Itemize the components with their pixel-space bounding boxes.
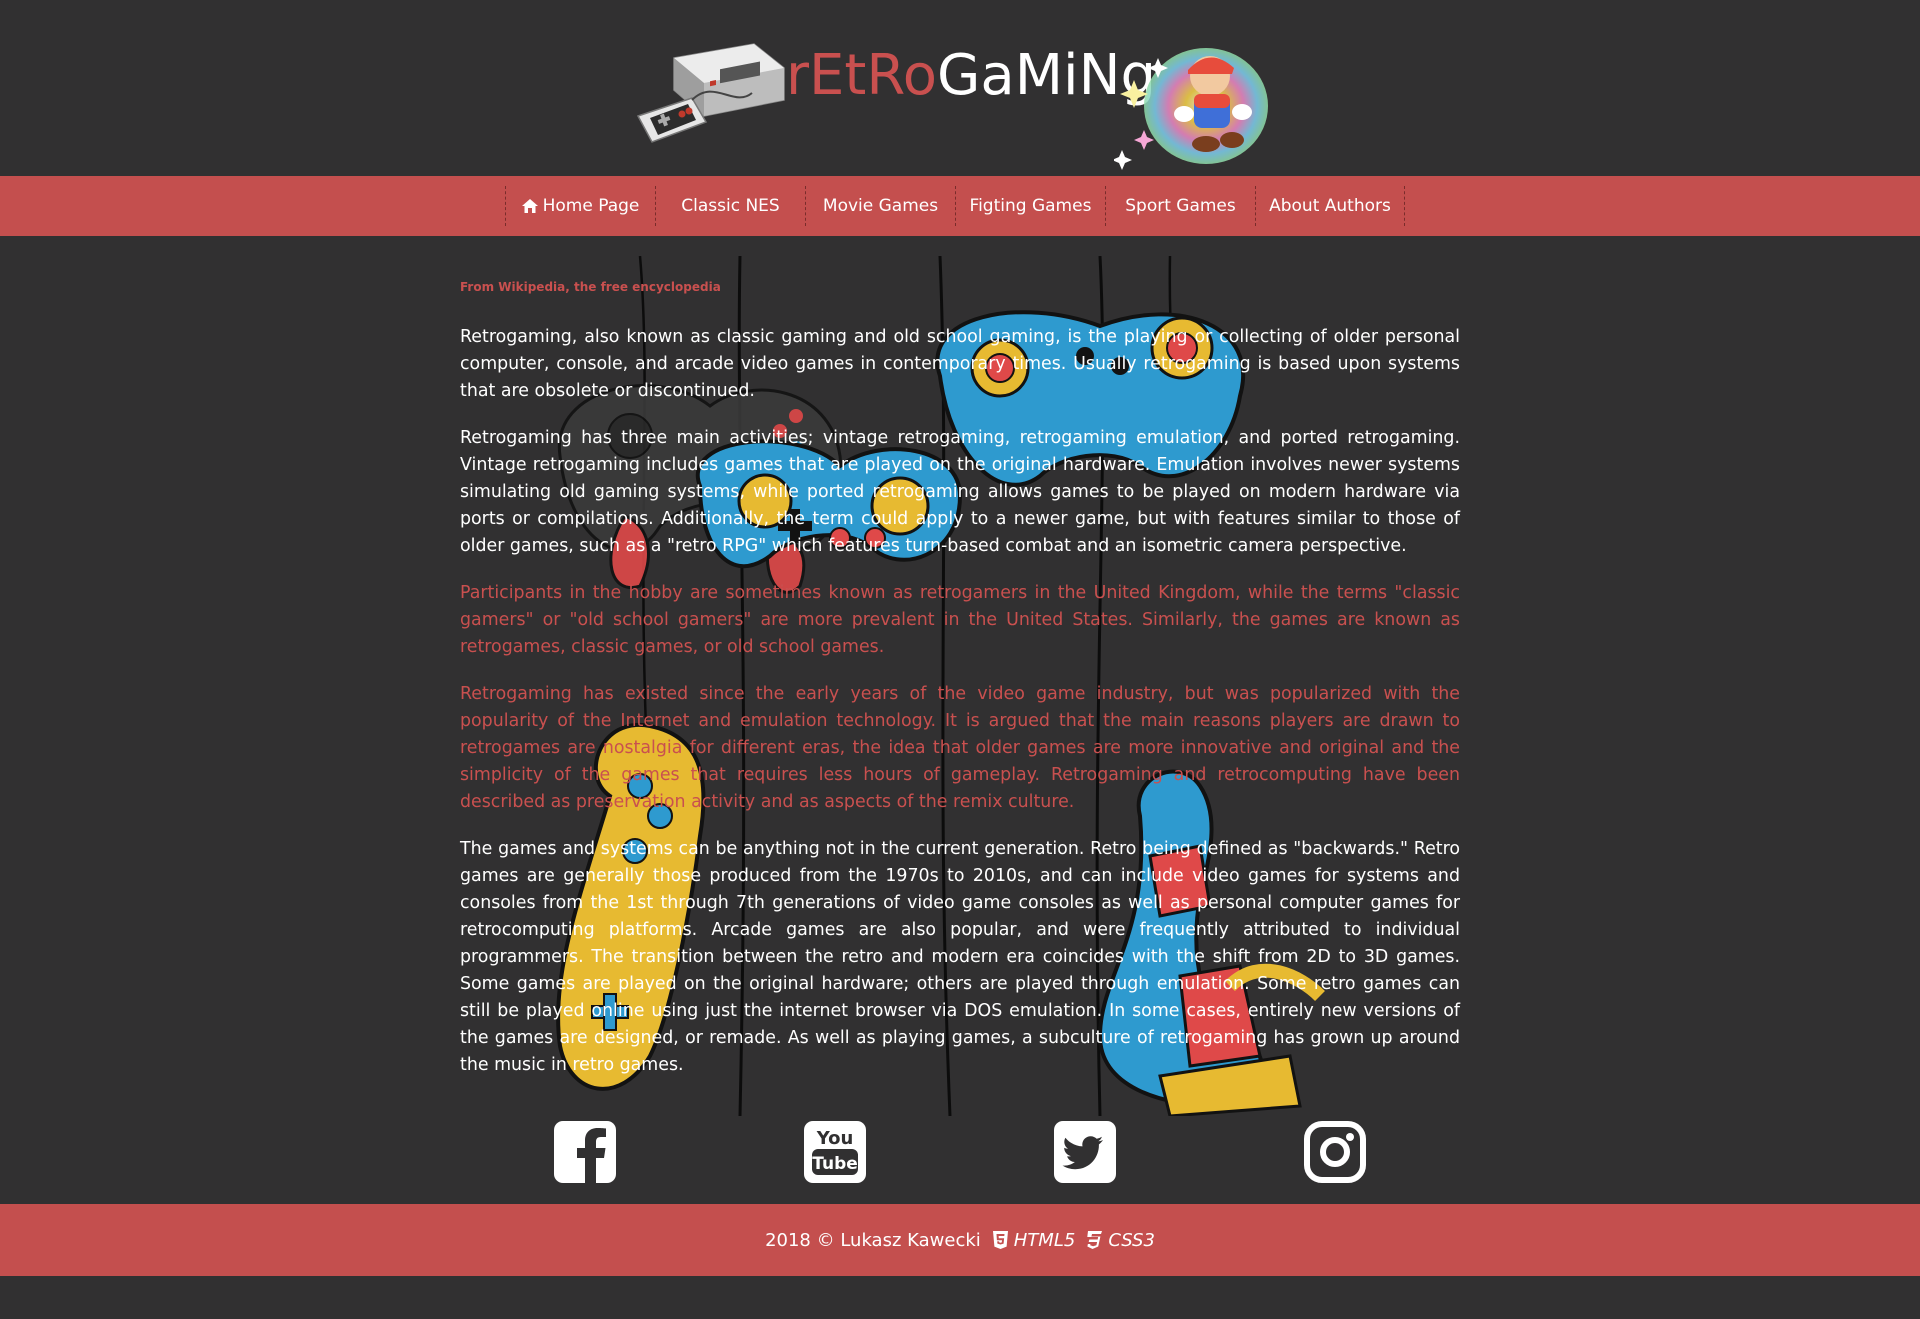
html5-icon: [992, 1231, 1008, 1249]
copyright-text: 2018 © Lukasz Kawecki: [765, 1229, 981, 1251]
css3-label: CSS3: [1108, 1229, 1155, 1251]
article-paragraph: Retrogaming has existed since the early …: [460, 684, 1460, 812]
site-logo[interactable]: rEtRoGaMiNg: [634, 36, 1284, 176]
footer-credits: 2018 © Lukasz Kawecki HTML5 CSS3: [0, 1204, 1920, 1276]
home-icon: [521, 199, 538, 213]
nav-item-about-authors[interactable]: About Authors: [1255, 186, 1405, 226]
youtube-icon[interactable]: You Tube: [803, 1120, 867, 1184]
youtube-you-text: You: [816, 1128, 854, 1149]
main-nav: Home Page Classic NES Movie Games Figtin…: [0, 176, 1920, 236]
nav-item-movie-games[interactable]: Movie Games: [805, 186, 955, 226]
css3-icon: [1087, 1231, 1103, 1249]
nav-item-fighting-games[interactable]: Figting Games: [955, 186, 1105, 226]
site-header: rEtRoGaMiNg: [0, 0, 1920, 176]
nav-item-sport-games[interactable]: Sport Games: [1105, 186, 1255, 226]
main-content: From Wikipedia, the free encyclopedia Re…: [0, 236, 1920, 1204]
article-paragraph: The games and systems can be anything no…: [460, 839, 1460, 1075]
nav-item-home-page[interactable]: Home Page: [505, 186, 655, 226]
nav-list: Home Page Classic NES Movie Games Figtin…: [505, 186, 1405, 226]
nav-item-label: Home Page: [542, 196, 640, 216]
article-source: From Wikipedia, the free encyclopedia: [460, 280, 721, 294]
facebook-icon[interactable]: [553, 1120, 617, 1184]
nav-item-label: Figting Games: [969, 196, 1092, 216]
nes-console-icon: [636, 43, 785, 143]
article-paragraph: Retrogaming, also known as classic gamin…: [460, 327, 1460, 401]
social-links: You Tube: [0, 1120, 1920, 1184]
html5-label: HTML5: [1013, 1229, 1076, 1251]
article-paragraph: Participants in the hobby are sometimes …: [460, 583, 1460, 657]
logo-text: rEtRoGaMiNg: [786, 48, 1156, 104]
nav-item-label: Sport Games: [1125, 196, 1236, 216]
twitter-icon[interactable]: [1053, 1120, 1117, 1184]
article: From Wikipedia, the free encyclopedia Re…: [460, 280, 1460, 1099]
youtube-tube-text: Tube: [812, 1154, 858, 1174]
nav-item-label: About Authors: [1269, 196, 1391, 216]
logo-text-retro: rEtRo: [786, 43, 938, 108]
nav-item-label: Movie Games: [822, 196, 939, 216]
nav-item-label: Classic NES: [681, 196, 780, 216]
site-footer: 2018 © Lukasz Kawecki HTML5 CSS3: [0, 1204, 1920, 1276]
instagram-icon[interactable]: [1303, 1120, 1367, 1184]
article-paragraph: Retrogaming has three main activities; v…: [460, 428, 1460, 556]
nav-item-classic-nes[interactable]: Classic NES: [655, 186, 805, 226]
mario-rainbow-icon: [1114, 48, 1268, 170]
